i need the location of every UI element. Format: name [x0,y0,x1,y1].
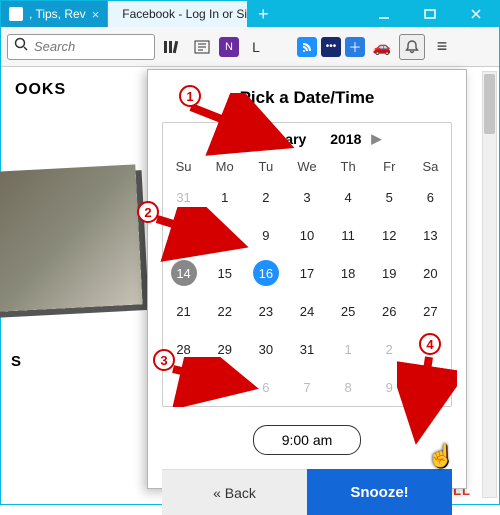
calendar-day-header: We [286,155,327,178]
calendar-day[interactable]: 14 [163,254,204,292]
calendar-day[interactable]: 19 [369,254,410,292]
calendar-day[interactable]: 12 [369,216,410,254]
panel-title: Pick a Date/Time [162,88,452,108]
calendar-day: 4 [163,368,204,406]
next-month-icon[interactable]: ▶ [371,131,381,147]
calendar-day: 7 [286,368,327,406]
tab-1-label: , Tips, Rev [29,7,86,21]
calendar-day[interactable]: 7 [163,216,204,254]
calendar-day: 31 [163,178,204,216]
library-icon[interactable] [159,34,185,60]
article-thumbnail[interactable] [0,164,143,313]
calendar-day-header: Su [163,155,204,178]
calendar-day: 5 [204,368,245,406]
calendar-day: 6 [245,368,286,406]
tab-1[interactable]: , Tips, Rev × [1,1,108,27]
window-maximize-button[interactable] [407,1,453,27]
passwords-icon[interactable]: ••• [321,37,341,57]
feed-icon[interactable] [297,37,317,57]
side-label: S [11,353,21,370]
snooze-button-label: Snooze! [350,484,408,501]
calendar-day[interactable]: 17 [286,254,327,292]
calendar-day[interactable]: 21 [163,292,204,330]
calendar-day[interactable]: 10 [286,216,327,254]
calendar-day[interactable]: 3 [286,178,327,216]
calendar-day-header: Sa [410,155,451,178]
time-input[interactable]: 9:00 am [253,425,361,455]
calendar-day: 9 [369,368,410,406]
calendar-day-header: Tu [245,155,286,178]
calendar-day-header: Mo [204,155,245,178]
reader-icon[interactable] [189,34,215,60]
notifications-bell-icon[interactable] [399,34,425,60]
add-icon[interactable]: ＋ [345,37,365,57]
onenote-icon[interactable]: N [219,37,239,57]
tab-2-label: Facebook - Log In or Sign U [122,7,248,21]
search-box[interactable] [7,34,155,60]
window-close-button[interactable] [453,1,499,27]
back-button[interactable]: « Back [162,469,307,515]
vertical-scrollbar[interactable] [482,71,497,498]
search-input[interactable] [34,39,148,54]
tab-1-close-icon[interactable]: × [92,7,100,22]
calendar-day[interactable]: 6 [410,178,451,216]
calendar-day[interactable]: 26 [369,292,410,330]
calendar-day[interactable]: 23 [245,292,286,330]
calendar-day[interactable]: 4 [328,178,369,216]
calendar-day[interactable]: 8 [204,216,245,254]
calendar-day[interactable]: 5 [369,178,410,216]
calendar-day[interactable]: 1 [204,178,245,216]
calendar-day[interactable]: 29 [204,330,245,368]
scrollbar-thumb[interactable] [484,74,495,134]
calendar-day[interactable]: 24 [286,292,327,330]
window-minimize-button[interactable] [361,1,407,27]
annotation-badge-1: 1 [179,85,201,107]
annotation-badge-2: 2 [137,201,159,223]
calendar-day: 10 [410,368,451,406]
page-content: OOKS S VIEW ALL Pick a Date/Time ◀ Janua… [1,69,499,504]
calendar-year: 2018 [330,131,361,147]
new-tab-button[interactable]: + [248,1,278,27]
calendar-day[interactable]: 22 [204,292,245,330]
calendar-day: 1 [328,330,369,368]
calendar-day[interactable]: 16 [245,254,286,292]
hand-cursor-icon: ☝ [427,443,454,469]
prev-month-icon[interactable]: ◀ [233,131,243,147]
annotation-badge-4: 4 [419,333,441,355]
calendar-day-header: Th [328,155,369,178]
tab-1-favicon [9,7,23,21]
browser-toolbar: N L ••• ＋ 🚗 ≡ [1,27,499,67]
calendar-day[interactable]: 18 [328,254,369,292]
annotation-badge-3: 3 [153,349,175,371]
calendar-day-header: Fr [369,155,410,178]
calendar-day[interactable]: 2 [245,178,286,216]
tab-2[interactable]: Facebook - Log In or Sign U [108,1,248,27]
calendar-month: January [253,131,307,147]
calendar-day[interactable]: 11 [328,216,369,254]
calendar-header: ◀ January 2018 ▶ [163,123,451,155]
search-icon [14,37,28,56]
calendar-day[interactable]: 13 [410,216,451,254]
page-heading: OOKS [15,81,66,99]
calendar-day[interactable]: 27 [410,292,451,330]
calendar: ◀ January 2018 ▶ SuMoTuWeThFrSa311234567… [162,122,452,407]
menu-button[interactable]: ≡ [429,34,455,60]
window-titlebar: , Tips, Rev × Facebook - Log In or Sign … [1,1,499,27]
calendar-grid: SuMoTuWeThFrSa31123456789101112131415161… [163,155,451,406]
calendar-day[interactable]: 31 [286,330,327,368]
calendar-day: 8 [328,368,369,406]
calendar-day[interactable]: 30 [245,330,286,368]
calendar-day[interactable]: 25 [328,292,369,330]
calendar-day[interactable]: 20 [410,254,451,292]
calendar-day: 2 [369,330,410,368]
snooze-button[interactable]: Snooze! [307,469,452,515]
calendar-day[interactable]: 9 [245,216,286,254]
car-icon[interactable]: 🚗 [369,34,395,60]
calendar-day[interactable]: 15 [204,254,245,292]
panel-button-row: « Back Snooze! [162,469,452,515]
letter-l-icon[interactable]: L [243,34,269,60]
snooze-panel: Pick a Date/Time ◀ January 2018 ▶ SuMoTu… [147,69,467,489]
